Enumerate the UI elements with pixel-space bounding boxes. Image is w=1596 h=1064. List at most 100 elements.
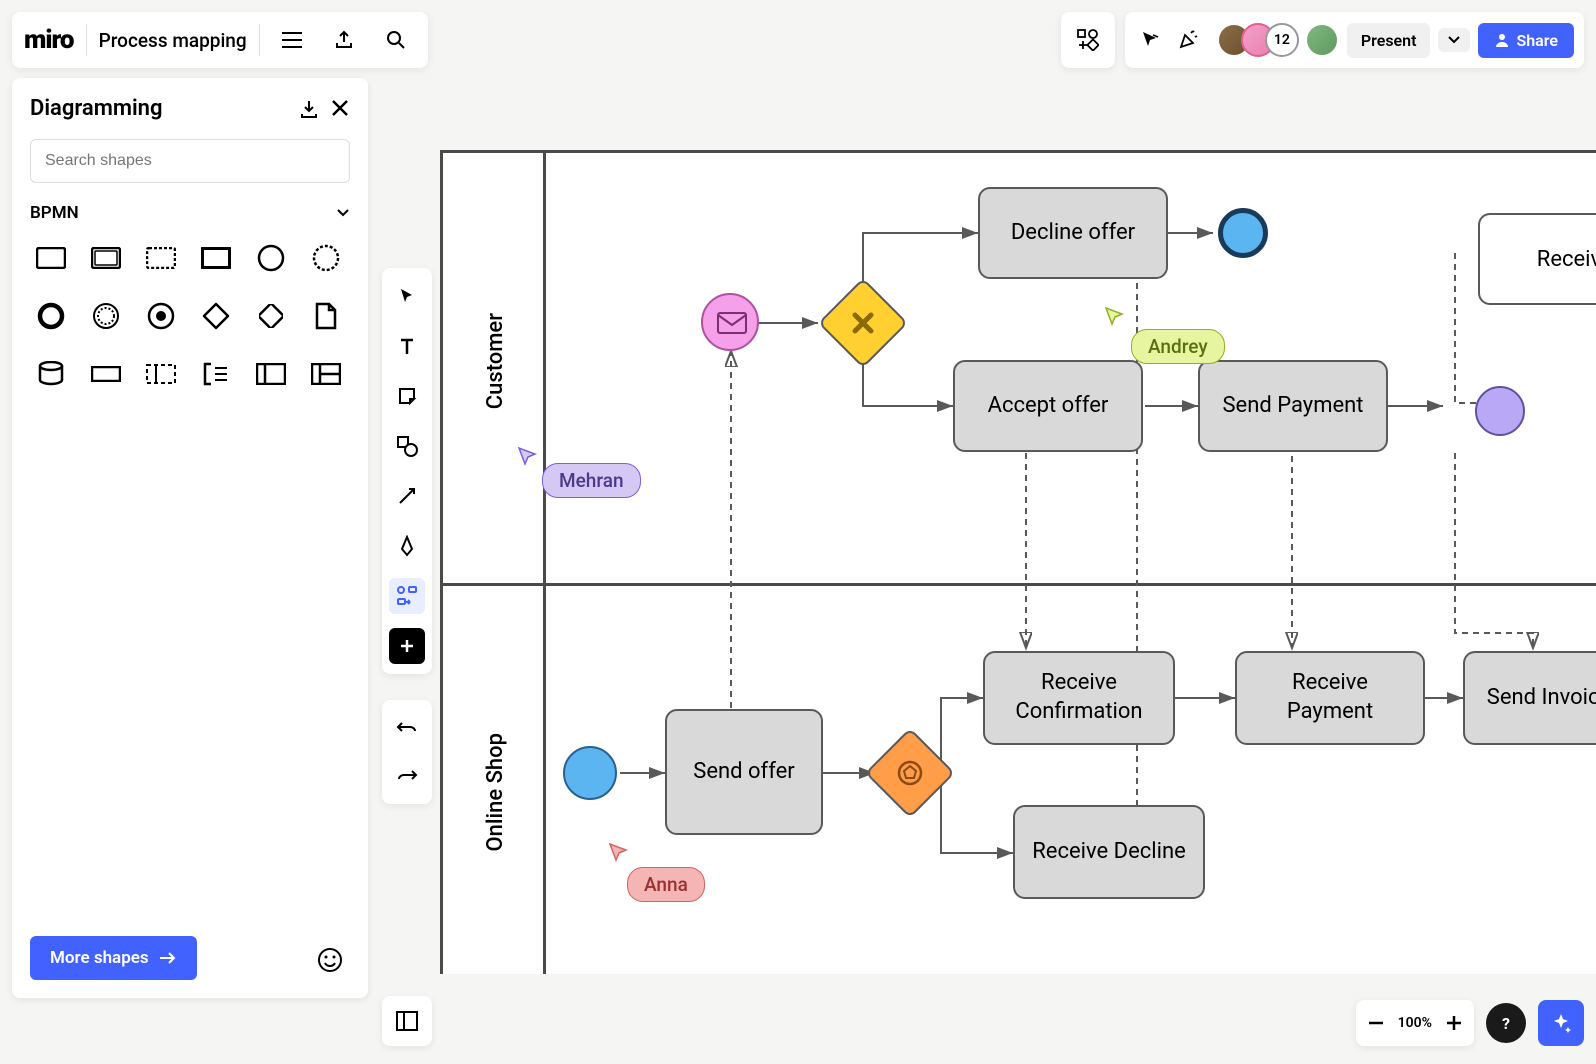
pen-icon <box>397 535 417 557</box>
shape-start-event-dashed[interactable] <box>305 237 347 279</box>
diagramming-panel: Diagramming BPMN Mor <box>12 78 368 998</box>
shape-gateway[interactable] <box>195 295 237 337</box>
cursor-andrey-icon <box>1103 305 1127 329</box>
category-bpmn[interactable]: BPMN <box>30 203 350 223</box>
cursor-mode-button[interactable] <box>1135 20 1165 60</box>
undo-toolbar <box>382 700 432 804</box>
frames-button[interactable] <box>382 996 432 1046</box>
apps-button[interactable] <box>1061 12 1115 68</box>
avatar[interactable] <box>1305 23 1339 57</box>
zoom-value[interactable]: 100% <box>1398 1015 1432 1031</box>
present-label: Present <box>1361 31 1417 50</box>
shape-call-activity[interactable] <box>195 237 237 279</box>
node-send-payment[interactable]: Send Payment <box>1198 360 1388 452</box>
tool-shape[interactable] <box>389 428 425 464</box>
gateway-xor[interactable] <box>818 278 909 369</box>
node-send-offer[interactable]: Send offer <box>665 709 823 835</box>
undo-icon <box>396 720 418 736</box>
emoji-button[interactable] <box>310 940 350 980</box>
tool-text[interactable] <box>389 328 425 364</box>
shape-pool[interactable] <box>250 353 292 395</box>
sparkle-icon <box>1549 1011 1573 1035</box>
board-name[interactable]: Process mapping <box>99 29 247 52</box>
share-label: Share <box>1516 31 1558 50</box>
ai-button[interactable] <box>1538 1000 1584 1046</box>
text-icon <box>397 336 417 356</box>
lane-customer: Customer <box>483 313 508 409</box>
more-shapes-label: More shapes <box>50 948 149 968</box>
node-receive-pay[interactable]: Receive Payment <box>1235 651 1425 745</box>
export-button[interactable] <box>324 20 364 60</box>
import-icon <box>298 98 320 120</box>
node-send-inv[interactable]: Send Invoice <box>1463 651 1596 745</box>
event-start[interactable] <box>563 746 617 800</box>
share-button[interactable]: Share <box>1478 23 1574 58</box>
shape-intermediate-event[interactable] <box>85 295 127 337</box>
help-button[interactable]: ? <box>1486 1003 1526 1043</box>
sticky-icon <box>397 386 417 406</box>
search-shapes-input[interactable] <box>30 139 350 183</box>
cursor-icon <box>1140 30 1160 50</box>
close-icon <box>330 98 350 118</box>
event-message[interactable] <box>701 293 759 351</box>
minus-icon <box>1368 1021 1384 1025</box>
more-shapes-button[interactable]: More shapes <box>30 936 197 980</box>
shape-annotation-box[interactable] <box>85 353 127 395</box>
frames-icon <box>395 1010 419 1032</box>
avatar-overflow[interactable]: 12 <box>1265 23 1299 57</box>
tool-diagram[interactable] <box>389 578 425 614</box>
redo-button[interactable] <box>389 758 425 794</box>
tool-add[interactable] <box>389 628 425 664</box>
tool-sticky[interactable] <box>389 378 425 414</box>
lane-shop: Online Shop <box>483 733 508 852</box>
shape-start-event[interactable] <box>250 237 292 279</box>
cursor-anna: Anna <box>627 867 705 902</box>
main-toolbar <box>382 268 432 674</box>
tool-select[interactable] <box>389 278 425 314</box>
shape-throw-event[interactable] <box>140 295 182 337</box>
node-receive-partial[interactable]: Receiv <box>1478 213 1596 305</box>
canvas[interactable]: Customer Online Shop Decline of <box>440 150 1596 974</box>
event-purple[interactable] <box>1475 386 1525 436</box>
node-receive-decline[interactable]: Receive Decline <box>1013 805 1205 899</box>
menu-button[interactable] <box>272 20 312 60</box>
arrow-right-icon <box>159 951 177 965</box>
zoom-in-button[interactable] <box>1446 1015 1462 1031</box>
emoji-icon <box>317 947 343 973</box>
plus-icon <box>399 638 415 654</box>
shape-task[interactable] <box>30 237 72 279</box>
shape-group[interactable] <box>140 353 182 395</box>
node-decline-offer[interactable]: Decline offer <box>978 187 1168 279</box>
zoom-out-button[interactable] <box>1368 1021 1384 1025</box>
node-accept-offer[interactable]: Accept offer <box>953 360 1143 452</box>
shape-transaction[interactable] <box>85 237 127 279</box>
gateway-complex[interactable] <box>865 728 956 819</box>
reactions-button[interactable] <box>1173 20 1203 60</box>
undo-button[interactable] <box>389 710 425 746</box>
tool-pen[interactable] <box>389 528 425 564</box>
present-button[interactable]: Present <box>1347 23 1431 58</box>
shape-event-subprocess[interactable] <box>140 237 182 279</box>
tool-arrow[interactable] <box>389 478 425 514</box>
cursor-icon <box>398 287 416 305</box>
shape-end-event[interactable] <box>30 295 72 337</box>
node-receive-conf[interactable]: Receive Confirmation <box>983 651 1175 745</box>
shape-gateway-diamond[interactable] <box>250 295 292 337</box>
redo-icon <box>396 768 418 784</box>
envelope-icon <box>717 312 747 334</box>
shape-lane[interactable] <box>305 353 347 395</box>
shape-data-object[interactable] <box>305 295 347 337</box>
category-label: BPMN <box>30 203 79 223</box>
close-button[interactable] <box>330 98 350 120</box>
present-dropdown[interactable] <box>1438 28 1470 52</box>
arrow-icon <box>397 486 417 506</box>
x-icon <box>847 307 879 339</box>
event-end-blue[interactable] <box>1218 208 1268 258</box>
confetti-icon <box>1177 29 1199 51</box>
shape-annotation[interactable] <box>195 353 237 395</box>
miro-logo[interactable]: miro <box>24 25 74 55</box>
search-button[interactable] <box>376 20 416 60</box>
import-button[interactable] <box>298 98 320 120</box>
person-icon <box>1494 32 1510 48</box>
shape-data-store[interactable] <box>30 353 72 395</box>
